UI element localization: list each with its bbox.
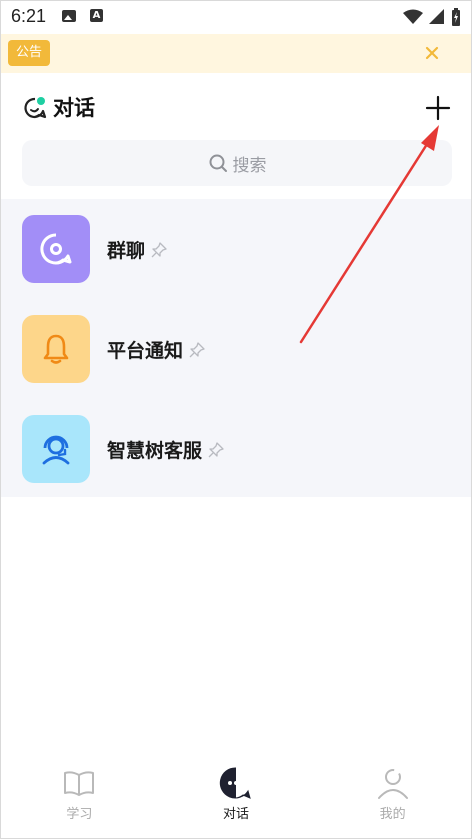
status-bar: 6:21 A bbox=[1, 1, 471, 33]
page-header: 对话 bbox=[1, 73, 471, 141]
conversation-name: 群聊 bbox=[107, 236, 167, 263]
chat-bubble-icon bbox=[24, 97, 47, 119]
pin-icon bbox=[208, 441, 224, 457]
status-indicators bbox=[403, 7, 461, 27]
conversation-name: 平台通知 bbox=[107, 336, 205, 363]
close-icon[interactable] bbox=[421, 42, 443, 64]
notice-badge: 公告 bbox=[8, 40, 51, 66]
group-chat-icon bbox=[40, 233, 72, 265]
avatar bbox=[22, 415, 90, 483]
a-notification-icon: A bbox=[90, 9, 103, 22]
search-icon bbox=[209, 154, 227, 172]
avatar bbox=[22, 315, 90, 383]
notice-bar: 公告 bbox=[1, 34, 471, 73]
status-time: 6:21 bbox=[11, 6, 47, 26]
app-screen: 6:21 A 公告 对话 搜索 群聊 平台通知 智慧树客服 学习 对话 我的 bbox=[0, 0, 472, 839]
wifi-icon bbox=[403, 9, 423, 24]
conversation-list: 群聊 平台通知 智慧树客服 bbox=[1, 199, 471, 497]
profile-icon bbox=[377, 769, 408, 799]
plus-icon[interactable] bbox=[425, 95, 451, 121]
nav-label: 学习 bbox=[66, 807, 93, 822]
chat-icon bbox=[219, 767, 251, 799]
signal-icon bbox=[429, 9, 444, 24]
page-title: 对话 bbox=[53, 96, 95, 120]
conversation-item-platform-notice[interactable]: 平台通知 bbox=[1, 299, 471, 397]
gallery-notification-icon bbox=[62, 10, 76, 22]
customer-service-icon bbox=[42, 435, 70, 465]
bottom-nav: 学习 对话 我的 bbox=[1, 758, 471, 838]
search-input[interactable]: 搜索 bbox=[22, 140, 452, 186]
avatar bbox=[22, 215, 90, 283]
nav-item-study[interactable]: 学习 bbox=[1, 758, 158, 838]
book-icon bbox=[64, 771, 95, 796]
nav-item-chat[interactable]: 对话 bbox=[158, 758, 315, 838]
conversation-title: 平台通知 bbox=[107, 340, 184, 362]
conversation-item-customer-service[interactable]: 智慧树客服 bbox=[1, 399, 471, 497]
conversation-title: 智慧树客服 bbox=[107, 440, 203, 462]
nav-label: 我的 bbox=[379, 807, 406, 822]
pin-icon bbox=[151, 241, 167, 257]
nav-item-me[interactable]: 我的 bbox=[314, 758, 471, 838]
conversation-name: 智慧树客服 bbox=[107, 436, 224, 463]
conversation-item-group-chat[interactable]: 群聊 bbox=[1, 199, 471, 297]
nav-label: 对话 bbox=[223, 807, 250, 822]
bell-icon bbox=[43, 334, 69, 364]
pin-icon bbox=[189, 341, 205, 357]
search-placeholder: 搜索 bbox=[232, 155, 267, 176]
conversation-title: 群聊 bbox=[107, 240, 146, 262]
battery-icon bbox=[452, 8, 460, 26]
